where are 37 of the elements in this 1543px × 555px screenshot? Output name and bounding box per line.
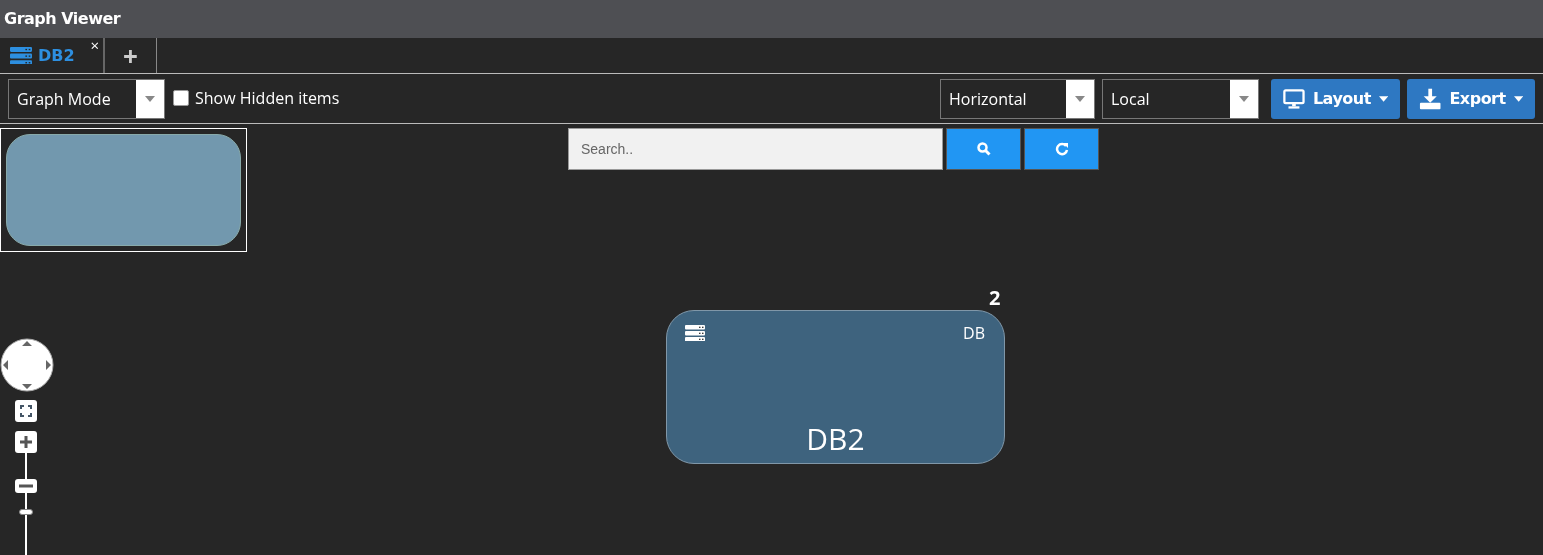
caret-icon: [1513, 95, 1523, 102]
graph-node[interactable]: DB DB2: [666, 310, 1005, 464]
server-icon: [685, 325, 705, 341]
pan-control[interactable]: [0, 338, 54, 392]
server-icon: [10, 46, 32, 65]
dropdown[interactable]: Horizontal: [940, 78, 1095, 119]
fit-button[interactable]: [15, 400, 37, 422]
node-type: DB: [963, 321, 985, 345]
plus-icon: [19, 435, 33, 449]
search-icon: [976, 142, 991, 156]
zoom-slider-thumb[interactable]: [19, 508, 33, 515]
zoom-out-button[interactable]: [15, 479, 37, 493]
node-label: DB2: [805, 417, 866, 461]
add-tab-button[interactable]: +: [105, 38, 157, 73]
refresh-icon: [1054, 142, 1069, 156]
window-title: Graph Viewer: [4, 8, 121, 30]
menu-button[interactable]: Export: [1407, 78, 1535, 119]
show-hidden-checkbox[interactable]: Show Hidden items: [173, 86, 340, 110]
dropdown[interactable]: Local: [1102, 78, 1259, 119]
fit-icon: [20, 405, 32, 417]
close-button[interactable]: ×: [90, 38, 99, 53]
download-icon: [1419, 86, 1442, 111]
search-field[interactable]: Search..: [568, 128, 943, 170]
caret-icon: [1378, 95, 1388, 102]
refresh-button[interactable]: [1024, 128, 1099, 170]
caret-icon: [145, 95, 155, 102]
monitor-icon: [1283, 87, 1305, 110]
node-count: 2: [989, 288, 1001, 308]
zoom-slider[interactable]: [19, 493, 33, 555]
zoom-in-button[interactable]: [15, 431, 37, 453]
minus-icon: [19, 484, 33, 488]
search-button[interactable]: [946, 128, 1021, 170]
caret-icon: [1239, 95, 1249, 102]
dropdown[interactable]: Graph Mode: [8, 78, 165, 119]
tab[interactable]: DB2 ×: [0, 38, 105, 73]
caret-icon: [1075, 95, 1085, 102]
menu-button[interactable]: Layout: [1271, 78, 1400, 119]
